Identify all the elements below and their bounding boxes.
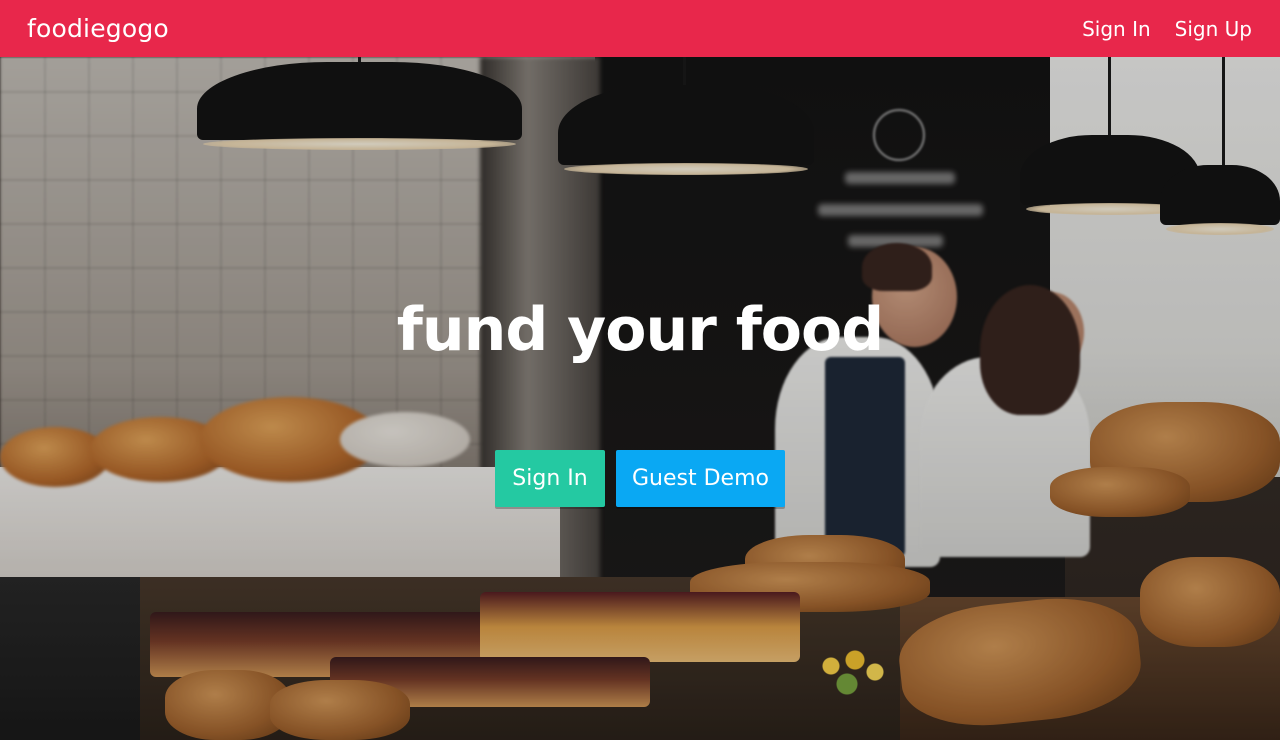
top-navbar: foodiegogo Sign In Sign Up	[0, 0, 1280, 57]
guest-demo-button[interactable]: Guest Demo	[616, 450, 785, 507]
hero-banner	[0, 57, 1280, 740]
hero-overlay-shade	[0, 57, 1280, 740]
hero-title: fund your food	[396, 295, 884, 365]
hero-cta-row: Sign In Guest Demo	[495, 450, 785, 507]
nav-sign-in-link[interactable]: Sign In	[1082, 17, 1151, 41]
nav-sign-up-link[interactable]: Sign Up	[1175, 17, 1252, 41]
hero-sign-in-button[interactable]: Sign In	[495, 450, 605, 507]
nav-links: Sign In Sign Up	[1082, 17, 1252, 41]
brand-logo[interactable]: foodiegogo	[27, 14, 169, 43]
